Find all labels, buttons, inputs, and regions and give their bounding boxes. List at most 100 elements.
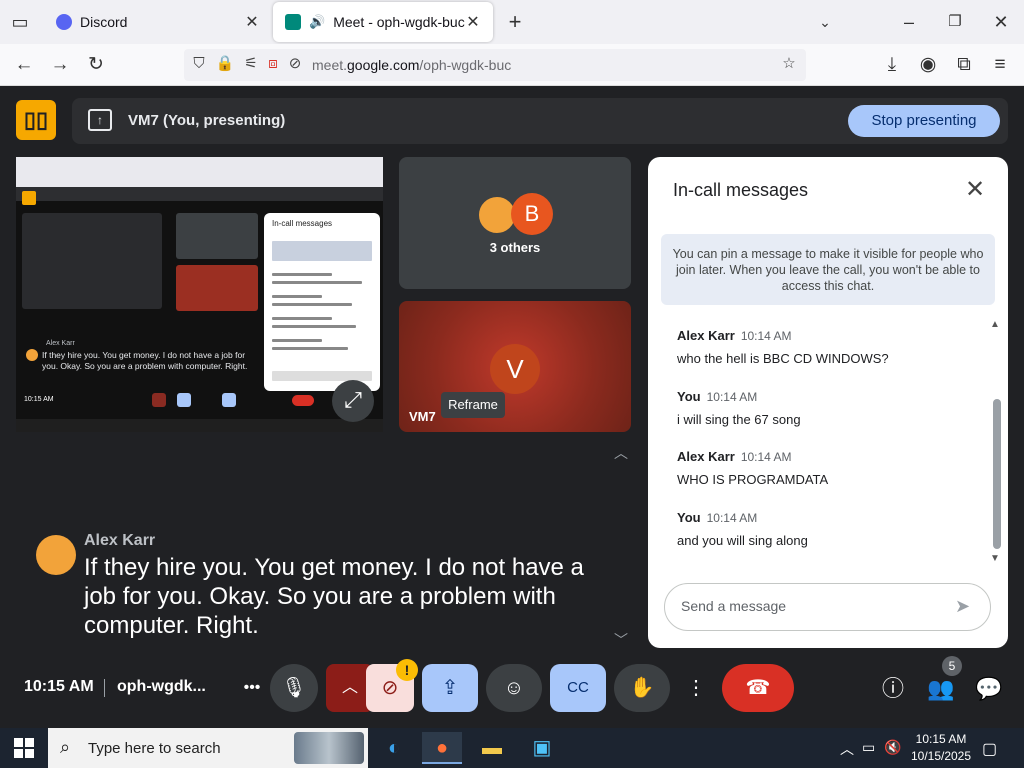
file-explorer-icon[interactable]: ▬ [472, 732, 512, 764]
firefox-icon[interactable]: ● [422, 732, 462, 764]
scroll-down-icon[interactable]: ▼ [990, 553, 1000, 564]
message-time: 10:14 AM [740, 329, 792, 343]
tab-discord[interactable]: Discord ✕ [44, 2, 272, 42]
shield-icon[interactable]: ⛉ [188, 53, 210, 75]
downloads-icon[interactable]: ⤓ [880, 53, 904, 77]
lock-icon[interactable]: 🔒 [214, 53, 236, 75]
tab-list-chevron-icon[interactable]: ⌄ [813, 10, 837, 34]
menu-hamburger-icon[interactable]: ≡ [988, 53, 1012, 77]
caption-speaker-name: Alex Karr [84, 532, 156, 549]
preview-ctl [152, 393, 166, 407]
discord-favicon-icon [56, 14, 72, 30]
preview-caption-name: Alex Karr [46, 340, 75, 347]
message-sender: Alex Karr [677, 449, 735, 464]
preview-line [272, 273, 332, 276]
network-icon[interactable]: ▭ [862, 739, 875, 756]
stop-presenting-button[interactable]: Stop presenting [848, 105, 1000, 137]
notifications-icon[interactable]: ▢ [982, 739, 997, 759]
chat-panel-title: In-call messages [673, 180, 809, 200]
new-tab-icon[interactable]: + [503, 10, 527, 34]
microphone-icon[interactable]: 🎙 [270, 664, 318, 712]
scroll-up-icon[interactable]: ▲ [990, 319, 1000, 330]
edge-icon[interactable]: ◐ [374, 732, 414, 764]
maximize-icon[interactable]: ❐ [943, 10, 967, 34]
chat-icon[interactable]: 💬 [974, 674, 1004, 704]
bookmark-star-icon[interactable]: ☆ [778, 53, 800, 75]
chat-input-box[interactable]: ➤ [664, 583, 991, 631]
chat-scrollbar[interactable]: ▲ ▼ [990, 319, 1004, 569]
screen-share-preview[interactable]: In-call messages Alex Karr If they hire … [16, 157, 383, 432]
preview-ctl [177, 393, 191, 407]
chat-pin-info: You can pin a message to make it visible… [661, 234, 995, 305]
meeting-code[interactable]: oph-wgdk... [117, 678, 206, 696]
caption-scroll-up-icon[interactable]: ︿ [614, 443, 628, 463]
present-screen-icon: ↑ [88, 109, 112, 131]
vm7-tile[interactable]: V VM7 [399, 301, 631, 432]
close-icon[interactable]: ✕ [962, 177, 988, 203]
scrollbar-thumb[interactable] [993, 399, 1001, 549]
windows-start-icon[interactable] [14, 738, 34, 758]
window-close-icon[interactable]: ✕ [989, 10, 1013, 34]
preview-nested-share [22, 213, 162, 309]
preview-line [272, 325, 356, 328]
system-clock[interactable]: 10:15 AM 10/15/2025 [906, 731, 976, 765]
camera-blocked-icon[interactable]: ⊘ [284, 53, 306, 75]
close-tab-icon[interactable]: ✕ [465, 12, 481, 32]
browser-tab-strip: ▭ Discord ✕ 🔊 Meet - oph-wgdk-buc ✕ + ⌄ … [0, 0, 1024, 44]
message-sender: You [677, 510, 701, 525]
captions-icon[interactable]: CC [550, 664, 606, 712]
chat-message: Alex Karr 10:14 AM WHO IS PROGRAMDATA [677, 448, 828, 487]
more-options-icon[interactable]: ••• [230, 664, 274, 712]
presenting-label: VM7 (You, presenting) [128, 112, 286, 129]
preview-control-bar: 10:15 AM [22, 393, 322, 409]
preview-line [272, 303, 352, 306]
message-text: WHO IS PROGRAMDATA [677, 472, 829, 487]
warning-badge: ! [396, 659, 418, 681]
leave-call-button[interactable]: ☎ [722, 664, 794, 712]
system-time: 10:15 AM [915, 732, 967, 746]
raise-hand-icon[interactable]: ✋ [614, 664, 670, 712]
message-text: and you will sing along [677, 533, 808, 548]
preview-line [272, 317, 332, 320]
screen-share-indicator-icon[interactable]: ⧈ [262, 53, 284, 75]
forward-arrow-icon[interactable]: → [48, 53, 72, 77]
account-icon[interactable]: ◉ [916, 53, 940, 77]
speaker-audio-icon[interactable]: 🔊 [309, 14, 325, 30]
reload-icon[interactable]: ↻ [84, 53, 108, 77]
search-highlight-image [294, 732, 364, 764]
emoji-reaction-icon[interactable]: ☺ [486, 664, 542, 712]
message-sender: You [677, 389, 701, 404]
volume-muted-icon[interactable]: 🔇 [884, 739, 901, 756]
preview-chat-panel: In-call messages [264, 213, 380, 391]
meeting-info-icon[interactable]: ⓘ [878, 674, 908, 704]
caption-scroll-down-icon[interactable]: ﹀ [614, 630, 628, 650]
url-text[interactable]: meet.google.com/oph-wgdk-buc [312, 57, 511, 73]
expand-fullscreen-icon[interactable]: ⤢ [332, 380, 374, 422]
app-window-icon[interactable]: ▣ [522, 732, 562, 764]
tab-overview-icon[interactable]: ▭ [8, 10, 32, 34]
permissions-icon[interactable]: ⚟ [240, 53, 262, 75]
more-vertical-icon[interactable]: ⋮ [676, 664, 716, 712]
tab-meet[interactable]: 🔊 Meet - oph-wgdk-buc ✕ [273, 2, 493, 42]
browser-nav-bar: ← → ↻ ⛉ 🔒 ⚟ ⧈ ⊘ meet.google.com/oph-wgdk… [0, 44, 1024, 86]
message-text: who the hell is BBC CD WINDOWS? [677, 351, 889, 366]
tab-title: Meet - oph-wgdk-buc [333, 14, 465, 30]
chat-message: Alex Karr 10:14 AM who the hell is BBC CD… [677, 327, 889, 366]
others-tile[interactable]: B 3 others [399, 157, 631, 289]
send-message-input[interactable] [681, 598, 941, 614]
people-icon[interactable]: 👥 [926, 674, 956, 704]
caption-text: If they hire you. You get money. I do no… [84, 554, 584, 639]
minimize-icon[interactable]: – [897, 10, 921, 34]
tray-chevron-icon[interactable]: ︿ [840, 739, 854, 759]
back-arrow-icon[interactable]: ← [12, 53, 36, 77]
meeting-clock: 10:15 AM [24, 678, 94, 695]
preview-ctl [292, 395, 314, 406]
send-icon[interactable]: ➤ [955, 596, 970, 617]
in-call-messages-panel: In-call messages ✕ You can pin a message… [648, 157, 1008, 648]
preview-meet-logo-icon [22, 191, 36, 205]
present-screen-button[interactable]: ⇪ [422, 664, 478, 712]
close-tab-icon[interactable]: ✕ [244, 12, 260, 32]
taskbar-search-box[interactable]: ⌕ Type here to search [48, 728, 368, 768]
address-bar[interactable]: ⛉ 🔒 ⚟ ⧈ ⊘ meet.google.com/oph-wgdk-buc ☆ [184, 49, 806, 81]
extensions-icon[interactable]: ⧉ [952, 53, 976, 77]
